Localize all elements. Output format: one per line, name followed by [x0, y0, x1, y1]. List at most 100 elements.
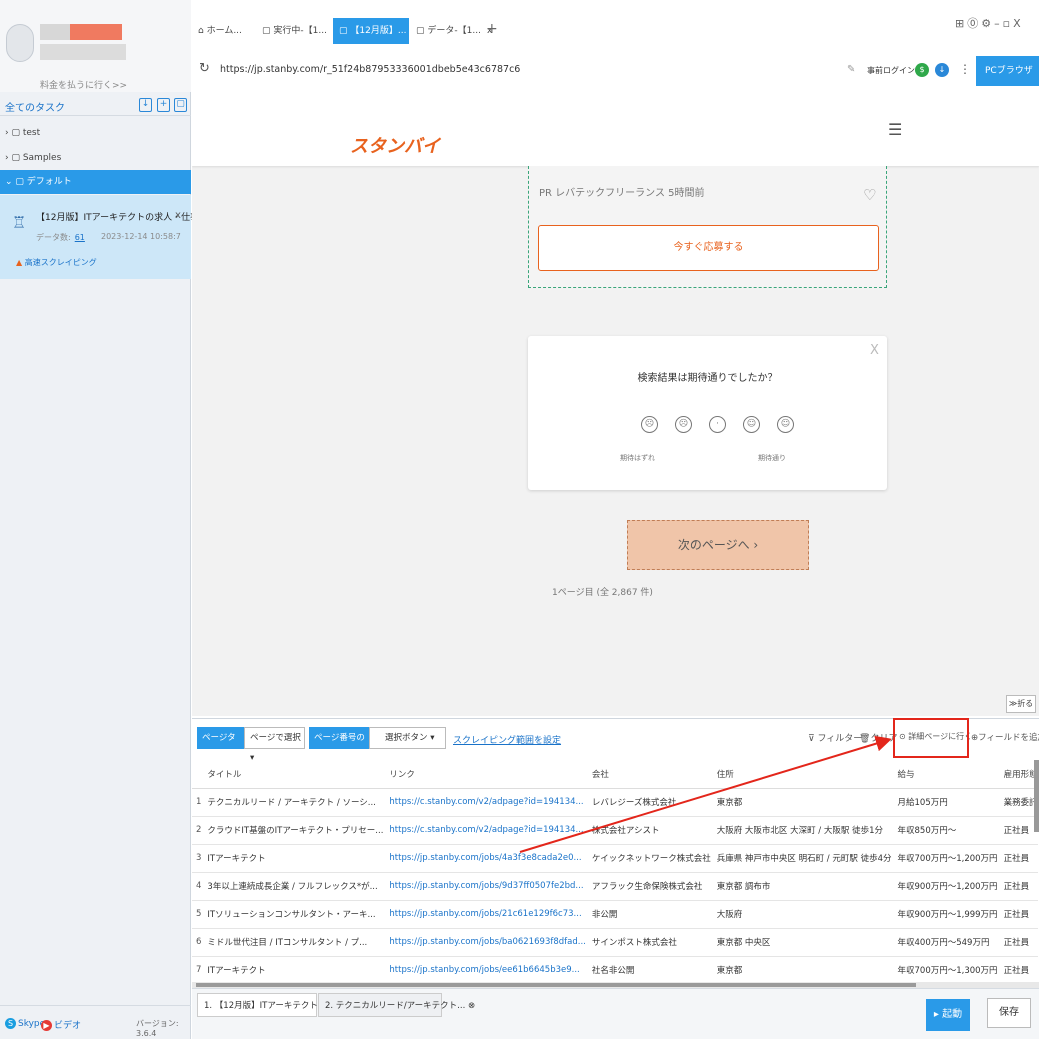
table-cell[interactable]: 非公開 — [585, 900, 711, 929]
table-cell[interactable]: https://jp.stanby.com/jobs/ba0621693f8df… — [383, 928, 586, 957]
column-header[interactable]: タイトル — [201, 760, 384, 789]
column-header[interactable]: リンク — [383, 760, 586, 789]
face-very-happy-icon[interactable]: ☺ — [777, 416, 794, 433]
table-cell[interactable]: 大阪府 大阪市北区 大深町 / 大阪駅 徒歩1分 — [710, 816, 892, 845]
heart-icon[interactable]: ♡ — [863, 186, 876, 204]
table-row[interactable]: 1 テクニカルリード / アーキテクト / ソーシ... https://c.sta… — [192, 788, 1038, 817]
more-icon[interactable]: ⋮ — [959, 62, 971, 76]
bottom-tab-1[interactable]: 1. 【12月版】ITアーキテクトの求... — [197, 993, 343, 1017]
table-cell[interactable]: クラウドIT基盤のITアーキテクト・プリセー... — [201, 816, 384, 845]
next-page-button[interactable]: 次のページへ › — [627, 520, 809, 570]
close-icon[interactable]: ⊗ — [465, 1001, 475, 1011]
tasks-title[interactable]: 全てのタスク — [5, 99, 65, 114]
add-field-button[interactable]: ⊕フィールドを追加 — [971, 731, 1039, 743]
reload-icon[interactable]: ↻ — [199, 61, 210, 76]
page-number-select[interactable]: 選択ボタン ▾ — [369, 727, 446, 749]
table-cell[interactable]: ITアーキテクト — [201, 844, 384, 873]
table-cell[interactable]: ITソリューションコンサルタント・アーキ... — [201, 900, 384, 929]
tree-folder-default[interactable]: ⌄ ▢ デフォルト — [0, 170, 191, 194]
face-sad-icon[interactable]: ☹ — [675, 416, 692, 433]
data-count-value[interactable]: 61 — [75, 233, 85, 242]
table-cell[interactable]: 年収700万円〜1,300万円 — [891, 956, 998, 982]
maximize-icon[interactable]: ▫ — [1003, 17, 1013, 30]
page-type-select[interactable]: ページで選択 ▾ — [244, 727, 305, 763]
table-row[interactable]: 2 クラウドIT基盤のITアーキテクト・プリセー... https://c.stan… — [192, 816, 1038, 845]
minimize-icon[interactable]: – — [994, 17, 1003, 30]
table-cell[interactable]: 正社員 — [997, 816, 1038, 845]
extension-green-icon[interactable]: $ — [915, 63, 929, 77]
table-cell[interactable]: 年収850万円〜 — [891, 816, 998, 845]
scrape-range-link[interactable]: スクレイピング範囲を設定 — [453, 733, 561, 746]
table-cell[interactable]: https://c.stanby.com/v2/adpage?id=194134… — [383, 816, 586, 845]
table-cell[interactable]: 年収900万円〜1,999万円 — [891, 900, 998, 929]
help-icon[interactable]: ⓪ — [967, 17, 981, 30]
video-link[interactable]: ▶ ビデオ — [41, 1018, 81, 1031]
filter-button[interactable]: ⊽ フィルター — [808, 731, 862, 744]
table-cell[interactable]: https://jp.stanby.com/jobs/9d37ff0507fe2… — [383, 872, 586, 901]
table-cell[interactable]: 業務委託 — [997, 788, 1038, 817]
clear-button[interactable]: 🗑クリア — [859, 731, 897, 744]
table-cell[interactable]: 正社員 — [997, 900, 1038, 929]
scroll-thumb[interactable] — [196, 983, 916, 987]
extension-blue-icon[interactable]: ↓ — [935, 63, 949, 77]
table-cell[interactable]: 年収700万円〜1,200万円 — [891, 844, 998, 873]
table-cell[interactable]: 兵庫県 神戸市中央区 明石町 / 元町駅 徒歩4分 — [710, 844, 892, 873]
table-cell[interactable]: 東京都 中央区 — [710, 928, 892, 957]
speed-badge[interactable]: ▲ 高速スクレイピング — [16, 257, 97, 268]
table-row[interactable]: 5 ITソリューションコンサルタント・アーキ... https://jp.stanb… — [192, 900, 1038, 929]
avatar[interactable] — [6, 24, 34, 62]
close-icon[interactable]: X — [870, 343, 879, 358]
new-task-icon[interactable]: + — [157, 98, 170, 112]
table-cell[interactable]: 3年以上連続成長企業 / フルフレックス*が... — [201, 872, 384, 901]
new-tab-icon[interactable]: + — [486, 21, 498, 37]
tab-data[interactable]: ▢ データ-【1... x — [410, 18, 492, 44]
table-cell[interactable]: テクニカルリード / アーキテクト / ソーシ... — [201, 788, 384, 817]
table-cell[interactable]: 東京都 — [710, 956, 892, 982]
table-cell[interactable]: 社名非公開 — [585, 956, 711, 982]
table-cell[interactable]: 株式会社アシスト — [585, 816, 711, 845]
task-card[interactable]: ♖ 【12月版】ITアーキテクトの求人・仕事・... x データ数: 61 202… — [0, 195, 217, 279]
window-controls[interactable]: ⊞⓪⚙–▫X — [955, 15, 1024, 31]
import-icon[interactable]: ↓ — [139, 98, 152, 112]
table-cell[interactable]: 正社員 — [997, 928, 1038, 957]
table-cell[interactable]: ミドル世代注目 / ITコンサルタント / プ... — [201, 928, 384, 957]
table-cell[interactable]: サインポスト株式会社 — [585, 928, 711, 957]
table-cell[interactable]: https://jp.stanby.com/jobs/ee61b6645b3e9… — [383, 956, 586, 982]
collapse-button[interactable]: ≫折る — [1006, 695, 1036, 713]
table-cell[interactable]: 正社員 — [997, 956, 1038, 982]
pc-browser-dropdown[interactable]: PCブラウザ ▾ — [976, 56, 1039, 106]
skype-link[interactable]: S Skype — [5, 1018, 45, 1029]
face-very-sad-icon[interactable]: ☹ — [641, 416, 658, 433]
table-cell[interactable]: https://jp.stanby.com/jobs/21c61e129f6c7… — [383, 900, 586, 929]
tree-folder-test[interactable]: › ▢ test — [0, 121, 191, 145]
tab-home[interactable]: ⌂ ホーム... — [192, 18, 256, 44]
column-header[interactable]: 給与 — [891, 760, 998, 789]
save-button[interactable]: 保存 — [987, 998, 1031, 1028]
pay-link[interactable]: 料金を払うに行く>> — [40, 78, 127, 91]
close-icon[interactable]: X — [1013, 17, 1024, 30]
pencil-icon[interactable]: ✎ — [847, 64, 855, 75]
gear-icon[interactable]: ⚙ — [981, 17, 994, 30]
menu-icon[interactable]: ☰ — [888, 120, 902, 139]
tab-running[interactable]: ▢ 実行中-【1...x — [256, 18, 338, 44]
table-cell[interactable]: 大阪府 — [710, 900, 892, 929]
table-cell[interactable]: 年収900万円〜1,200万円 — [891, 872, 998, 901]
prelogin-button[interactable]: 事前ログイン — [867, 65, 915, 76]
close-icon[interactable]: x — [175, 210, 181, 221]
table-row[interactable]: 4 3年以上連続成長企業 / フルフレックス*が... https://jp.sta… — [192, 872, 1038, 901]
new-folder-icon[interactable]: ▢ — [174, 98, 187, 112]
url-field[interactable]: https://jp.stanby.com/r_51f24b8795333600… — [220, 64, 520, 75]
column-header[interactable]: 住所 — [710, 760, 892, 789]
task-title[interactable]: 【12月版】ITアーキテクトの求人・仕事・... — [36, 210, 217, 223]
run-button[interactable]: ▸ 起動 — [926, 999, 970, 1031]
table-row[interactable]: 6 ミドル世代注目 / ITコンサルタント / プ... https://jp.st… — [192, 928, 1038, 957]
bottom-tab-2[interactable]: 2. テクニカルリード/アーキテクト... ⊗ — [318, 993, 475, 1017]
face-happy-icon[interactable]: ☺ — [743, 416, 760, 433]
table-cell[interactable]: アフラック生命保険株式会社 — [585, 872, 711, 901]
table-row[interactable]: 7 ITアーキテクト https://jp.stanby.com/jobs/ee61… — [192, 956, 1038, 982]
table-cell[interactable]: 正社員 — [997, 872, 1038, 901]
table-cell[interactable]: レバレジーズ株式会社 — [585, 788, 711, 817]
column-header[interactable]: 会社 — [585, 760, 711, 789]
table-row[interactable]: 3 ITアーキテクト https://jp.stanby.com/jobs/4a3f… — [192, 844, 1038, 873]
table-cell[interactable]: 年収400万円〜549万円 — [891, 928, 998, 957]
